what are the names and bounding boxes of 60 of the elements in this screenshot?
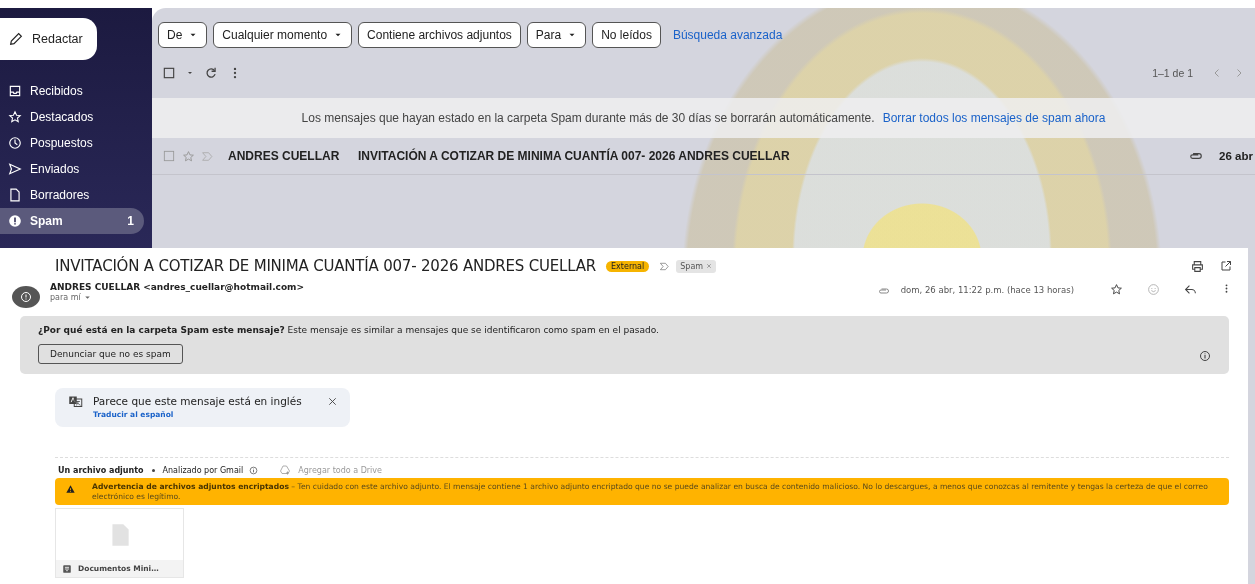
translate-prompt: Parece que este mensaje está en inglés (93, 395, 302, 407)
alert-icon (8, 214, 22, 228)
checkbox-icon[interactable] (162, 66, 176, 80)
recipient-toggle[interactable]: para mí (50, 293, 304, 302)
clock-icon (8, 136, 22, 150)
checkbox-icon[interactable] (162, 149, 176, 163)
scan-status: Analizado por Gmail (162, 465, 244, 475)
drive-add-icon[interactable] (278, 464, 293, 476)
info-icon[interactable] (249, 465, 259, 475)
sidebar-item[interactable]: Spam 1 (0, 208, 144, 234)
sidebar-item[interactable]: Enviados (0, 156, 144, 182)
sender-name: ANDRES CUELLAR (228, 149, 341, 163)
pencil-icon (8, 31, 24, 47)
close-icon[interactable] (327, 396, 338, 407)
importance-icon[interactable] (659, 260, 671, 272)
not-spam-button[interactable]: Denunciar que no es spam (38, 344, 183, 364)
email-row[interactable]: ANDRES CUELLAR INVITACIÓN A COTIZAR DE MINIMA CUANTÍA 007- 2026 ANDRES CUELLAR 26 abr (152, 138, 1255, 175)
print-icon[interactable] (1191, 259, 1204, 273)
warning-icon (65, 484, 76, 494)
alert-icon (20, 291, 32, 303)
external-tag: External (606, 260, 650, 272)
message-date: dom, 26 abr, 11:22 p.m. (hace 13 horas) (900, 285, 1074, 295)
message-subject: INVITACIÓN A COTIZAR DE MINIMA CUANTÍA 007- 2026 ANDRES CUELLAR (55, 257, 597, 275)
email-subject: INVITACIÓN A COTIZAR DE MINIMA CUANTÍA 007- 2026 ANDRES CUELLAR (358, 149, 791, 163)
refresh-icon[interactable] (204, 66, 218, 80)
inbox-icon (8, 84, 22, 98)
star-icon[interactable] (1110, 283, 1123, 296)
caret-icon[interactable] (186, 69, 194, 77)
sidebar-item[interactable]: Pospuestos (0, 130, 144, 156)
sidebar-item[interactable]: Recibidos (0, 78, 144, 104)
pagination-text: 1–1 de 1 (1152, 67, 1193, 79)
close-icon (706, 263, 713, 269)
caret-icon (82, 293, 92, 302)
attachment-count: Un archivo adjunto (58, 465, 144, 475)
send-icon (8, 162, 22, 176)
filter-chip[interactable]: Para (526, 22, 587, 48)
sender-address: ANDRES CUELLAR <andres_cuellar@hotmail.com> (50, 282, 304, 292)
translate-icon (68, 394, 83, 409)
spam-notice-text: ¿Por qué está en la carpeta Spam este mensaje? Este mensaje es similar a mensajes que se identificaron como spam en el pasado. (38, 325, 660, 335)
filter-chip[interactable]: No leídos (592, 22, 661, 48)
info-icon[interactable] (1199, 350, 1211, 362)
compose-button[interactable]: Redactar (0, 18, 97, 60)
filter-chip[interactable]: De (158, 22, 208, 48)
star-icon (8, 110, 22, 124)
email-date: 26 abr (1219, 150, 1254, 162)
reply-icon[interactable] (1184, 283, 1197, 296)
banner-text: Los mensajes que hayan estado en la carpeta Spam durante más de 30 días se borrarán automáticamente. (301, 111, 875, 125)
open-new-window-icon[interactable] (1220, 260, 1232, 272)
document-icon (8, 188, 22, 202)
star-icon[interactable] (182, 149, 195, 163)
filter-chip[interactable]: Contiene archivos adjuntos (358, 22, 521, 48)
sidebar-item[interactable]: Borradores (0, 182, 144, 208)
filter-chip[interactable]: Cualquier momento (213, 22, 353, 48)
paperclip-icon (876, 285, 891, 297)
sidebar-item[interactable]: Destacados (0, 104, 144, 130)
label-text: Spam (680, 261, 704, 271)
file-type-icon (62, 563, 72, 574)
advanced-search-link[interactable]: Búsqueda avanzada (672, 28, 783, 42)
separator-dot (151, 468, 155, 472)
delete-spam-link[interactable]: Borrar todos los mensajes de spam ahora (882, 111, 1106, 125)
